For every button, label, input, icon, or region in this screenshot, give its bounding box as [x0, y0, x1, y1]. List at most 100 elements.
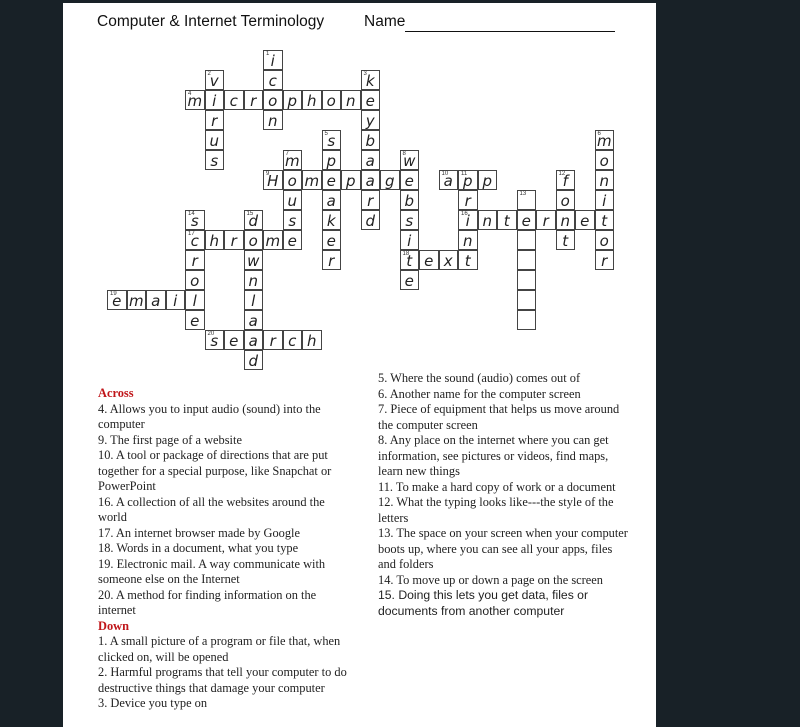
crossword-cell[interactable]: p — [477, 170, 497, 190]
crossword-cell[interactable]: h — [204, 230, 224, 250]
crossword-cell[interactable]: o — [282, 170, 302, 190]
crossword-cell[interactable]: 8w — [399, 150, 419, 170]
crossword-cell[interactable]: l — [243, 290, 263, 310]
crossword-cell[interactable] — [516, 270, 536, 290]
crossword-cell[interactable] — [516, 290, 536, 310]
crossword-cell[interactable]: u — [204, 130, 224, 150]
crossword-cell[interactable]: 15 d — [243, 210, 263, 230]
crossword-cell[interactable]: a — [360, 150, 380, 170]
crossword-cell[interactable]: l — [185, 290, 205, 310]
crossword-cell[interactable]: a — [243, 310, 263, 330]
crossword-cell[interactable]: t — [555, 230, 575, 250]
crossword-cell[interactable]: e — [185, 310, 205, 330]
crossword-cell[interactable]: 6m — [594, 130, 614, 150]
crossword-cell[interactable]: o — [594, 230, 614, 250]
crossword-cell[interactable]: r — [243, 90, 263, 110]
crossword-cell[interactable]: 14 s — [185, 210, 205, 230]
crossword-cell[interactable]: 16 i — [458, 210, 478, 230]
crossword-cell[interactable]: r — [594, 250, 614, 270]
crossword-cell[interactable]: m — [126, 290, 146, 310]
crossword-cell[interactable]: e — [321, 170, 341, 190]
crossword-cell[interactable]: n — [555, 210, 575, 230]
crossword-cell[interactable]: e — [224, 330, 244, 350]
crossword-cell[interactable]: e — [399, 270, 419, 290]
crossword-cell[interactable]: e — [575, 210, 595, 230]
crossword-cell[interactable]: i — [204, 90, 224, 110]
crossword-cell[interactable]: a — [360, 170, 380, 190]
crossword-cell[interactable]: m — [263, 230, 283, 250]
crossword-cell[interactable]: p — [341, 170, 361, 190]
crossword-cell[interactable]: y — [360, 110, 380, 130]
crossword-cell[interactable]: a — [146, 290, 166, 310]
crossword-cell[interactable]: r — [263, 330, 283, 350]
crossword-cell[interactable]: n — [243, 270, 263, 290]
crossword-cell[interactable]: e — [419, 250, 439, 270]
crossword-cell[interactable]: r — [321, 250, 341, 270]
crossword-cell[interactable]: b — [360, 130, 380, 150]
crossword-cell[interactable]: o — [321, 90, 341, 110]
crossword-cell[interactable]: 18 t — [399, 250, 419, 270]
crossword-cell[interactable]: p — [321, 150, 341, 170]
crossword-cell[interactable]: h — [302, 330, 322, 350]
crossword-cell[interactable]: 11 p — [458, 170, 478, 190]
crossword-cell[interactable]: 1i — [263, 50, 283, 70]
crossword-cell[interactable]: c — [224, 90, 244, 110]
crossword-cell[interactable]: t — [497, 210, 517, 230]
crossword-cell[interactable]: i — [165, 290, 185, 310]
crossword-cell[interactable]: e — [282, 230, 302, 250]
crossword-cell[interactable]: o — [185, 270, 205, 290]
crossword-cell[interactable]: o — [594, 150, 614, 170]
crossword-cell[interactable]: n — [341, 90, 361, 110]
crossword-cell[interactable]: b — [399, 190, 419, 210]
crossword-cell[interactable] — [516, 230, 536, 250]
crossword-cell[interactable]: 17 c — [185, 230, 205, 250]
crossword-cell[interactable]: o — [263, 90, 283, 110]
crossword-cell[interactable]: m — [302, 170, 322, 190]
crossword-cell[interactable]: 20 s — [204, 330, 224, 350]
crossword-cell[interactable] — [516, 250, 536, 270]
crossword-cell[interactable] — [516, 310, 536, 330]
crossword-cell[interactable]: s — [282, 210, 302, 230]
crossword-cell[interactable]: n — [477, 210, 497, 230]
crossword-cell[interactable]: d — [243, 350, 263, 370]
crossword-cell[interactable]: 3k — [360, 70, 380, 90]
crossword-cell[interactable]: 2v — [204, 70, 224, 90]
crossword-cell[interactable]: u — [282, 190, 302, 210]
crossword-cell[interactable]: w — [243, 250, 263, 270]
crossword-cell[interactable]: n — [458, 230, 478, 250]
crossword-cell[interactable]: 4m — [185, 90, 205, 110]
crossword-cell[interactable]: s — [399, 210, 419, 230]
crossword-cell[interactable]: 10 a — [438, 170, 458, 190]
crossword-cell[interactable]: t — [458, 250, 478, 270]
crossword-cell[interactable]: c — [263, 70, 283, 90]
crossword-cell[interactable]: h — [302, 90, 322, 110]
crossword-cell[interactable]: 13 — [516, 190, 536, 210]
crossword-cell[interactable]: i — [399, 230, 419, 250]
crossword-cell[interactable]: c — [282, 330, 302, 350]
crossword-cell[interactable]: r — [360, 190, 380, 210]
crossword-cell[interactable]: r — [536, 210, 556, 230]
crossword-cell[interactable]: k — [321, 210, 341, 230]
crossword-cell[interactable]: r — [204, 110, 224, 130]
crossword-cell[interactable]: r — [224, 230, 244, 250]
crossword-cell[interactable]: e — [321, 230, 341, 250]
crossword-cell[interactable]: e — [516, 210, 536, 230]
crossword-cell[interactable]: p — [282, 90, 302, 110]
crossword-cell[interactable]: x — [438, 250, 458, 270]
crossword-cell[interactable]: a — [243, 330, 263, 350]
crossword-cell[interactable]: r — [458, 190, 478, 210]
crossword-cell[interactable]: e — [360, 90, 380, 110]
crossword-cell[interactable]: 9H — [263, 170, 283, 190]
crossword-cell[interactable]: 12 f — [555, 170, 575, 190]
crossword-cell[interactable]: d — [360, 210, 380, 230]
crossword-cell[interactable]: r — [185, 250, 205, 270]
crossword-cell[interactable]: 5s — [321, 130, 341, 150]
crossword-cell[interactable]: n — [594, 170, 614, 190]
crossword-cell[interactable]: n — [263, 110, 283, 130]
crossword-cell[interactable]: a — [321, 190, 341, 210]
crossword-cell[interactable]: i — [594, 190, 614, 210]
crossword-cell[interactable]: 19 e — [107, 290, 127, 310]
crossword-cell[interactable]: 7m — [282, 150, 302, 170]
crossword-cell[interactable]: g — [380, 170, 400, 190]
crossword-cell[interactable]: o — [243, 230, 263, 250]
